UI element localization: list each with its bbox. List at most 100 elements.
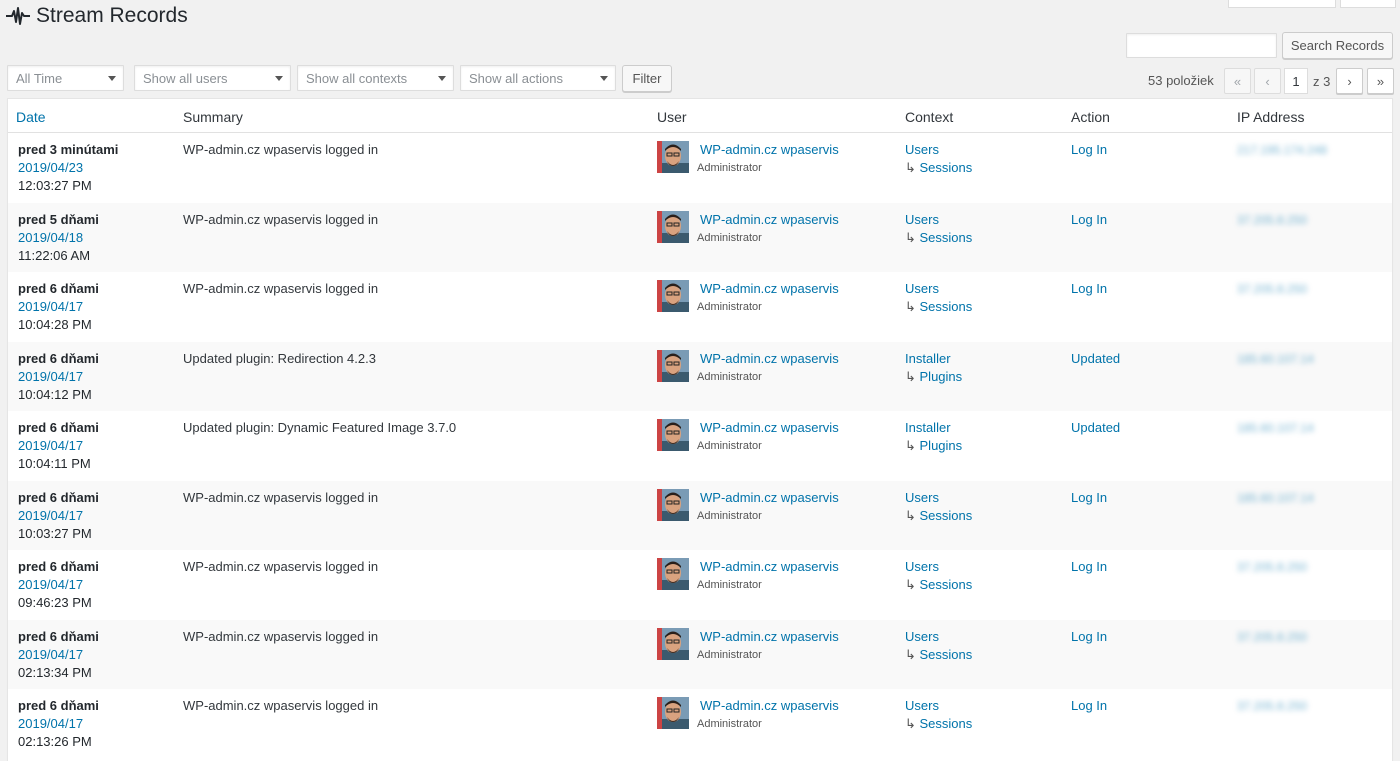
action-link[interactable]: Log In xyxy=(1071,558,1107,576)
user-name-link[interactable]: WP-admin.cz wpaservis xyxy=(700,697,839,715)
action-link[interactable]: Updated xyxy=(1071,419,1120,437)
user-role: Administrator xyxy=(697,370,762,383)
user-cell: WP-admin.cz wpaservis Administrator xyxy=(697,141,839,177)
action-link[interactable]: Log In xyxy=(1071,211,1107,229)
user-avatar xyxy=(657,419,689,451)
context-cell: Users ↳ Sessions xyxy=(905,280,972,316)
date-link[interactable]: 2019/04/18 xyxy=(18,229,99,247)
date-cell: pred 6 dňami 2019/04/17 10:04:12 PM xyxy=(18,350,99,404)
context-link[interactable]: Users xyxy=(905,558,972,576)
user-name-link[interactable]: WP-admin.cz wpaservis xyxy=(700,350,839,368)
action-link[interactable]: Log In xyxy=(1071,280,1107,298)
chevron-down-icon xyxy=(108,76,116,81)
column-action: Action xyxy=(1071,109,1110,125)
ip-address[interactable]: 217.195.174.248 xyxy=(1237,141,1327,159)
prev-page-button[interactable]: ‹ xyxy=(1254,68,1281,94)
search-records-button[interactable]: Search Records xyxy=(1282,32,1393,59)
action-link[interactable]: Log In xyxy=(1071,489,1107,507)
table-row: pred 6 dňami 2019/04/17 10:04:28 PM WP-admi… xyxy=(8,272,1392,342)
ip-address[interactable]: 37.205.8.250 xyxy=(1237,280,1307,298)
screen-options-tab[interactable] xyxy=(1228,0,1336,8)
subcontext-link[interactable]: Sessions xyxy=(920,299,973,314)
filter-button[interactable]: Filter xyxy=(622,65,672,92)
users-filter-value: Show all users xyxy=(143,70,228,86)
date-link[interactable]: 2019/04/17 xyxy=(18,437,99,455)
relative-date: pred 6 dňami xyxy=(18,350,99,366)
subcontext-link[interactable]: Sessions xyxy=(920,160,973,175)
date-link[interactable]: 2019/04/17 xyxy=(18,646,99,664)
user-role: Administrator xyxy=(697,231,762,244)
table-row: pred 3 minútami 2019/04/23 12:03:27 PM WP-a… xyxy=(8,133,1392,203)
relative-date: pred 6 dňami xyxy=(18,281,99,296)
date-link[interactable]: 2019/04/23 xyxy=(18,159,118,177)
help-tab[interactable] xyxy=(1340,0,1396,8)
user-cell: WP-admin.cz wpaservis Administrator xyxy=(697,211,839,247)
subcontext-arrow-icon: ↳ xyxy=(905,368,920,384)
subcontext: ↳ Sessions xyxy=(905,715,972,733)
subcontext-link[interactable]: Sessions xyxy=(920,716,973,731)
first-page-button[interactable]: « xyxy=(1224,68,1251,94)
next-page-button[interactable]: › xyxy=(1336,68,1363,94)
user-cell: WP-admin.cz wpaservis Administrator xyxy=(697,558,839,594)
context-link[interactable]: Users xyxy=(905,489,972,507)
user-name-link[interactable]: WP-admin.cz wpaservis xyxy=(700,141,839,159)
ip-address[interactable]: 37.205.8.250 xyxy=(1237,628,1307,646)
subcontext: ↳ Sessions xyxy=(905,159,972,177)
action-link[interactable]: Log In xyxy=(1071,628,1107,646)
date-cell: pred 6 dňami 2019/04/17 02:13:34 PM xyxy=(18,628,99,682)
subcontext-arrow-icon: ↳ xyxy=(905,507,920,523)
contexts-filter-select[interactable]: Show all contexts xyxy=(297,65,454,91)
subcontext-link[interactable]: Sessions xyxy=(920,508,973,523)
user-avatar xyxy=(657,488,689,521)
time-filter-select[interactable]: All Time xyxy=(7,65,124,91)
actions-filter-select[interactable]: Show all actions xyxy=(460,65,616,91)
stream-pulse-icon xyxy=(6,7,30,25)
user-name-link[interactable]: WP-admin.cz wpaservis xyxy=(700,419,839,437)
context-link[interactable]: Users xyxy=(905,211,972,229)
context-link[interactable]: Users xyxy=(905,280,972,298)
search-input[interactable] xyxy=(1126,33,1277,58)
table-row: pred 6 dňami 2019/04/17 02:13:26 PM WP-admi… xyxy=(8,689,1392,759)
date-link[interactable]: 2019/04/17 xyxy=(18,298,99,316)
column-date[interactable]: Date xyxy=(16,109,46,125)
relative-date: pred 6 dňami xyxy=(18,420,99,435)
current-page-input[interactable]: 1 xyxy=(1284,68,1308,94)
last-page-button[interactable]: » xyxy=(1367,68,1394,94)
ip-address[interactable]: 37.205.8.250 xyxy=(1237,558,1307,576)
time-filter-value: All Time xyxy=(16,70,63,86)
subcontext: ↳ Sessions xyxy=(905,576,972,594)
user-name-link[interactable]: WP-admin.cz wpaservis xyxy=(700,489,839,507)
context-link[interactable]: Users xyxy=(905,697,972,715)
date-link[interactable]: 2019/04/17 xyxy=(18,576,99,594)
subcontext-link[interactable]: Plugins xyxy=(920,438,963,453)
subcontext-link[interactable]: Sessions xyxy=(920,230,973,245)
ip-address[interactable]: 37.205.8.250 xyxy=(1237,211,1307,229)
user-name-link[interactable]: WP-admin.cz wpaservis xyxy=(700,558,839,576)
ip-address[interactable]: 185.60.107.14 xyxy=(1237,350,1314,368)
user-name-link[interactable]: WP-admin.cz wpaservis xyxy=(700,280,839,298)
users-filter-select[interactable]: Show all users xyxy=(134,65,291,91)
subcontext-link[interactable]: Sessions xyxy=(920,577,973,592)
column-context: Context xyxy=(905,109,954,125)
action-link[interactable]: Log In xyxy=(1071,697,1107,715)
context-link[interactable]: Installer xyxy=(905,419,962,437)
action-link[interactable]: Updated xyxy=(1071,350,1120,368)
ip-address[interactable]: 185.60.107.14 xyxy=(1237,489,1314,507)
user-cell: WP-admin.cz wpaservis Administrator xyxy=(697,628,839,664)
date-link[interactable]: 2019/04/17 xyxy=(18,368,99,386)
action-link[interactable]: Log In xyxy=(1071,141,1107,159)
summary-text: WP-admin.cz wpaservis logged in xyxy=(183,489,379,505)
subcontext-arrow-icon: ↳ xyxy=(905,229,920,245)
ip-address[interactable]: 37.205.8.250 xyxy=(1237,697,1307,715)
date-link[interactable]: 2019/04/17 xyxy=(18,507,99,525)
items-count: 53 položiek xyxy=(1148,73,1214,88)
user-name-link[interactable]: WP-admin.cz wpaservis xyxy=(700,211,839,229)
context-link[interactable]: Users xyxy=(905,141,972,159)
subcontext-link[interactable]: Sessions xyxy=(920,647,973,662)
date-link[interactable]: 2019/04/17 xyxy=(18,715,99,733)
user-name-link[interactable]: WP-admin.cz wpaservis xyxy=(700,628,839,646)
context-link[interactable]: Users xyxy=(905,628,972,646)
context-link[interactable]: Installer xyxy=(905,350,962,368)
ip-address[interactable]: 185.60.107.14 xyxy=(1237,419,1314,437)
subcontext-link[interactable]: Plugins xyxy=(920,369,963,384)
